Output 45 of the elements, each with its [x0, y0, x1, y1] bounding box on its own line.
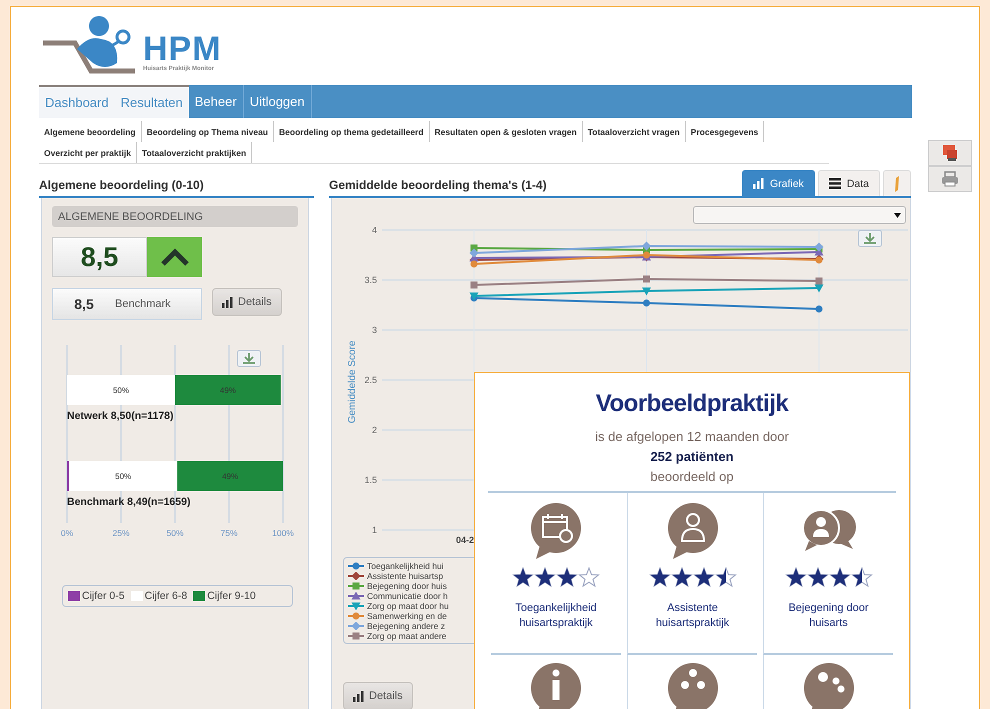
- score-value: 8,5: [52, 237, 147, 277]
- logo-text: HPM: [143, 32, 222, 66]
- panel-title: Gemiddelde beoordeling thema's (1-4): [329, 178, 547, 192]
- card-text: is de afgelopen 12 maanden door: [595, 428, 789, 446]
- legend-label: Samenwerking en de: [367, 611, 447, 621]
- bar-label: Netwerk 8,50(n=1178): [67, 410, 174, 422]
- value-label: 50%: [113, 386, 129, 395]
- value-label: 49%: [222, 472, 238, 481]
- patient-count: 252 patiënten: [650, 448, 734, 466]
- axis-title: Gemiddelde Score: [347, 340, 358, 424]
- axis-tick-label: 04-2: [456, 535, 474, 545]
- panel-title: Algemene beoordeling (0-10): [39, 178, 204, 192]
- legend-label: Cijfer 6-8: [144, 590, 188, 602]
- axis-tick-label: 25%: [112, 528, 130, 538]
- axis-tick-label: 100%: [272, 528, 294, 538]
- axis-tick-label: 0%: [60, 528, 74, 538]
- axis-tick-label: 3: [372, 325, 377, 335]
- axis-tick-label: 2.5: [364, 375, 377, 385]
- legend-label: Bejegening door huis: [367, 581, 447, 591]
- axis-tick-label: 1: [372, 525, 377, 535]
- axis-tick-label: 4: [372, 227, 377, 235]
- axis-tick-label: 1.5: [364, 475, 377, 485]
- benchmark-value: 8,5: [73, 296, 95, 312]
- theme-label: Assistente huisartspraktijk: [654, 601, 730, 631]
- value-label: 50%: [115, 472, 132, 481]
- legend-label: Cijfer 0-5: [82, 590, 125, 602]
- legend-label: Zorg op maat andere: [367, 631, 446, 641]
- section-header: ALGEMENE BEOORDELING: [52, 206, 298, 227]
- value-label: 49%: [220, 386, 236, 395]
- legend-label: Assistente huisartsp: [367, 571, 444, 581]
- theme-label: Bejegening door huisarts: [787, 601, 870, 631]
- axis-tick-label: 75%: [220, 528, 238, 538]
- legend-label: Cijfer 9-10: [207, 590, 256, 602]
- benchmark-label: Benchmark: [115, 298, 171, 310]
- axis-tick-label: 50%: [166, 528, 184, 538]
- card-title: Voorbeeldpraktijk: [596, 389, 788, 419]
- card-text: beoordeeld op: [650, 468, 734, 486]
- legend-label: Toegankelijkheid hui: [367, 561, 444, 571]
- axis-tick-label: 2: [372, 425, 377, 435]
- theme-label: Toegankelijkheid huisartspraktijk: [514, 601, 598, 631]
- bar-label: Benchmark 8,49(n=1659): [67, 496, 190, 508]
- legend-label: Zorg op maat door hu: [367, 601, 449, 611]
- axis-tick-label: 3.5: [364, 275, 377, 285]
- legend-label: Bejegening andere z: [367, 621, 445, 631]
- legend-label: Communicatie door h: [367, 591, 448, 601]
